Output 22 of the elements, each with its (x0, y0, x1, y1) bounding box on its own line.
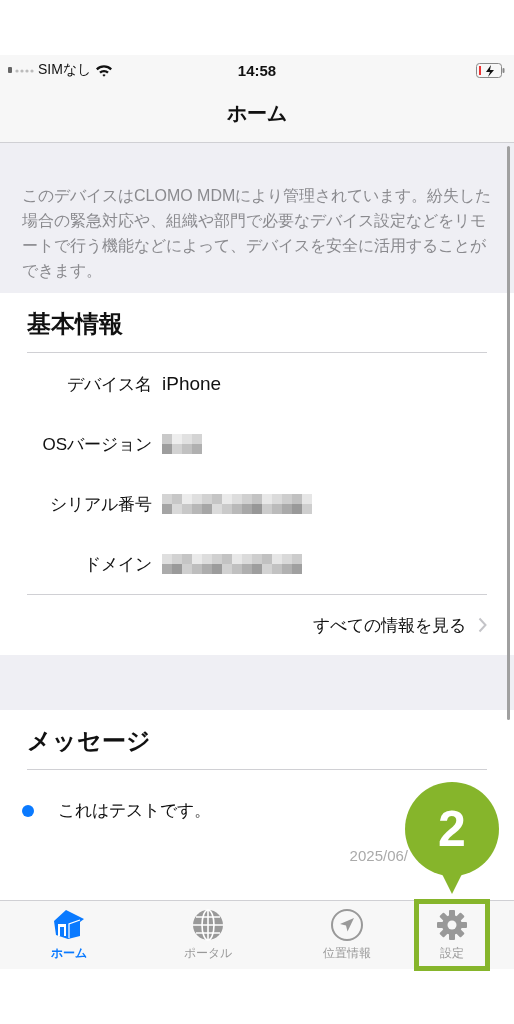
field-label: OSバージョン (41, 433, 152, 456)
field-value: iPhone (162, 373, 222, 395)
signal-icon (8, 66, 34, 74)
section-title: 基本情報 (27, 309, 124, 339)
carrier-text: SIMなし (38, 61, 91, 79)
section-title: メッセージ (27, 726, 152, 756)
see-all-link[interactable]: すべての情報を見る (27, 595, 487, 655)
globe-icon (191, 908, 225, 942)
field-label: ドメイン (83, 553, 152, 576)
tab-bar-item[interactable]: ホーム (0, 901, 139, 969)
field-label: デバイス名 (66, 373, 152, 396)
description-text: このデバイスはCLOMO MDMにより管理されています。紛失した場合の緊急対応や、組織や部門で必要なデバイス設定などをリモートで行う機能などによって、デバイスを安全に活用することができます。 (22, 186, 492, 281)
chevron-icon (478, 617, 487, 633)
message-text[interactable]: これはテストです。 (58, 799, 211, 822)
settings-icon (435, 908, 469, 942)
redacted-value (162, 434, 202, 454)
tab-bar-item[interactable]: ポータル (138, 901, 278, 969)
screen-title: ホーム (227, 101, 287, 126)
field-label: シリアル番号 (49, 493, 152, 516)
wifi-icon (94, 63, 113, 77)
clock-text: 14:58 (237, 61, 277, 79)
tab-bar-item[interactable]: 位置情報 (277, 901, 416, 969)
